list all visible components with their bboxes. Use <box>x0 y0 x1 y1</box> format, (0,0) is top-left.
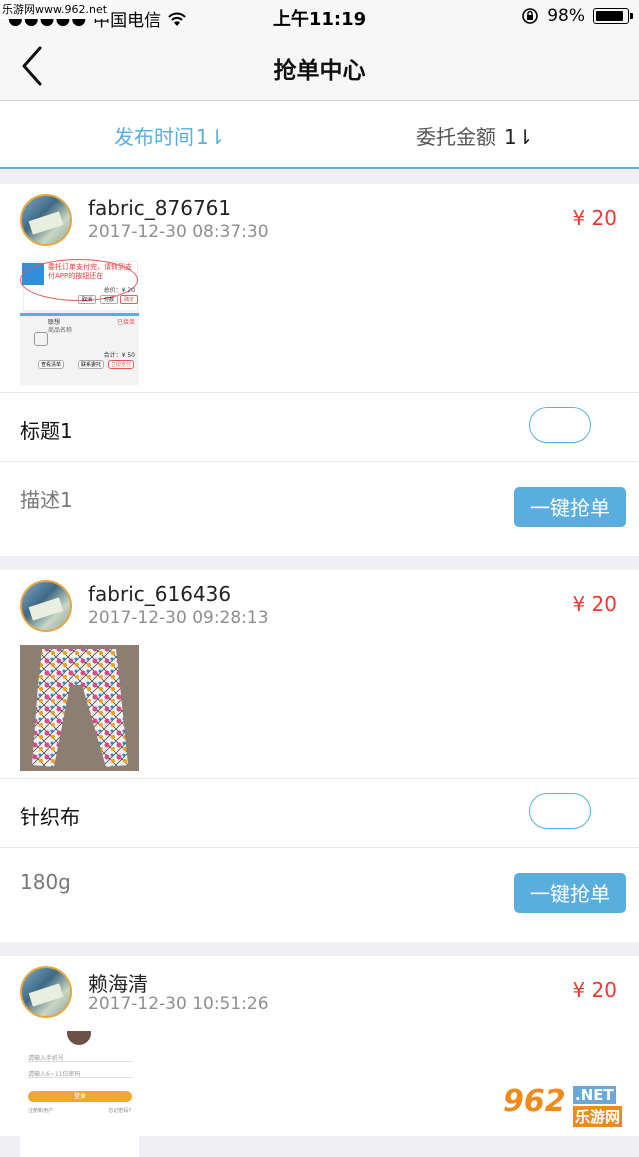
order-image[interactable]: 请输入手机号 请输入6~11位密码 登录 注册新用户 忘记密码? <box>20 1031 139 1157</box>
thumb-blue-line <box>20 313 139 316</box>
order-card: fabric_876761 2017-12-30 08:37:30 ¥ 20 委… <box>0 184 639 556</box>
order-title: 标题1 <box>20 419 73 443</box>
publish-date: 2017-12-30 10:51:26 <box>88 994 269 1014</box>
username: fabric_616436 <box>88 582 232 606</box>
publish-date: 2017-12-30 08:37:30 <box>88 222 269 242</box>
avatar[interactable] <box>20 580 72 632</box>
sort-arrow-icon: 1⇂ <box>196 125 226 149</box>
order-title: 针织布 <box>20 805 80 829</box>
order-price: ¥ 20 <box>572 206 617 230</box>
toggle-switch[interactable] <box>529 793 591 829</box>
title-row: 针织布 <box>0 778 639 847</box>
sort-by-amount[interactable]: 委托金额 1⇂ <box>416 121 533 150</box>
order-description: 180g <box>20 870 71 894</box>
status-right-group: 98% <box>521 6 633 26</box>
order-image[interactable]: 委托订单支付完，请转到支付APP的按钮还在 总价：¥ 20 取消 付款 确定 联… <box>20 259 139 385</box>
grab-order-button[interactable]: 一键抢单 <box>514 873 626 913</box>
orientation-lock-icon <box>522 8 539 24</box>
username: fabric_876761 <box>88 196 232 220</box>
order-description: 描述1 <box>20 488 73 512</box>
thumb-link1: 注册新用户 <box>28 1108 54 1114</box>
thumb-sub2: 商品名称 <box>48 327 73 334</box>
toggle-switch[interactable] <box>529 407 591 443</box>
thumb-btn-pay: 付款 <box>100 295 119 304</box>
thumb-avatar-circle <box>67 1031 91 1045</box>
thumb-status: 已接单 <box>116 319 135 326</box>
thumb-btn-confirm: 确定 <box>120 295 139 304</box>
thumb-divider <box>28 1061 132 1062</box>
thumb-btn-list: 查看清单 <box>38 360 65 369</box>
thumb-fee2: 合计：¥ 50 <box>103 352 135 359</box>
order-price: ¥ 20 <box>572 592 617 616</box>
description-row: 描述1 一键抢单 <box>0 461 639 557</box>
nav-bar: 抢单中心 <box>0 34 639 101</box>
watermark-text: 乐游网 <box>573 1106 623 1127</box>
thumb-btn-paynow: 立即支付 <box>108 360 135 369</box>
sort-arrow-icon: 1⇂ <box>504 125 534 149</box>
thumb-link2: 忘记密码? <box>108 1108 131 1114</box>
battery-fill <box>596 11 624 21</box>
sort-bar: 发布时间 1⇂ 委托金额 1⇂ <box>0 101 639 169</box>
sort-by-publish-time[interactable]: 发布时间 1⇂ <box>114 121 225 150</box>
publish-date: 2017-12-30 09:28:13 <box>88 608 269 628</box>
watermark-number: 962 <box>503 1084 566 1119</box>
avatar[interactable] <box>20 966 72 1018</box>
order-image[interactable] <box>20 645 139 771</box>
thumb-btn-contact: 联系委托 <box>78 360 105 369</box>
thumb-btn-cancel: 取消 <box>78 295 97 304</box>
thumb-fee: 总价：¥ 20 <box>103 287 135 294</box>
pants-image <box>20 645 139 771</box>
battery-icon <box>593 8 633 24</box>
thumb-app-icon <box>34 332 48 346</box>
description-row: 180g 一键抢单 <box>0 847 639 943</box>
username: 赖海清 <box>88 972 148 996</box>
watermark-top-left: 乐游网www.962.net <box>0 0 112 19</box>
watermark-logo: 962 .NET 乐游网 <box>503 1084 633 1128</box>
battery-percent: 98% <box>547 6 585 26</box>
thumb-divider <box>28 1077 132 1078</box>
avatar[interactable] <box>20 194 72 246</box>
thumb-login-button: 登录 <box>28 1091 132 1102</box>
grab-order-button[interactable]: 一键抢单 <box>514 487 626 527</box>
order-price: ¥ 20 <box>572 978 617 1002</box>
watermark-suffix: .NET <box>573 1086 616 1104</box>
title-row: 标题1 <box>0 392 639 461</box>
page-title: 抢单中心 <box>273 58 366 84</box>
order-card: fabric_616436 2017-12-30 09:28:13 ¥ 20 针… <box>0 570 639 942</box>
sort-label: 委托金额 <box>416 125 496 149</box>
sort-label: 发布时间 <box>114 125 194 149</box>
